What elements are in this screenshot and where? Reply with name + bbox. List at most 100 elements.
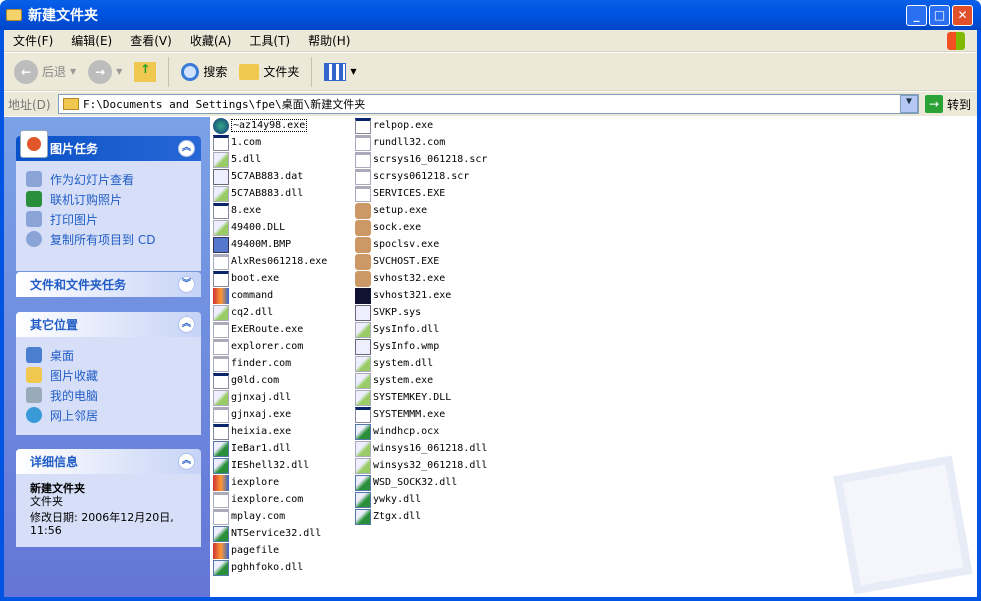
menu-file[interactable]: 文件(F) — [4, 32, 62, 49]
file-item[interactable]: SysInfo.wmp — [355, 338, 439, 355]
file-item[interactable]: SERVICES.EXE — [355, 185, 445, 202]
address-input[interactable]: F:\Documents and Settings\fpe\桌面\新建文件夹 ▼ — [58, 94, 919, 114]
menu-favorites[interactable]: 收藏(A) — [181, 32, 241, 49]
file-item[interactable]: SYSTEMKEY.DLL — [355, 389, 451, 406]
file-item[interactable]: cq2.dll — [213, 304, 273, 321]
file-item[interactable]: setup.exe — [355, 202, 427, 219]
other-places-header[interactable]: 其它位置 ︽ — [16, 312, 201, 337]
file-item[interactable]: 49400.DLL — [213, 219, 285, 236]
file-item[interactable]: sock.exe — [355, 219, 421, 236]
file-name: scrsys061218.scr — [373, 171, 470, 182]
collapse-icon[interactable]: ︽ — [178, 453, 195, 470]
go-button[interactable]: → 转到 — [919, 95, 977, 113]
file-item[interactable]: command — [213, 287, 273, 304]
file-item[interactable]: SysInfo.dll — [355, 321, 439, 338]
file-item[interactable]: winsys32_061218.dll — [355, 457, 487, 474]
file-item[interactable]: gjnxaj.exe — [213, 406, 291, 423]
search-button[interactable]: 搜索 — [177, 62, 231, 81]
back-dropdown-icon[interactable]: ▼ — [70, 67, 76, 76]
file-sys-icon — [355, 338, 371, 355]
file-item[interactable]: ywky.dll — [355, 491, 421, 508]
file-item[interactable]: gjnxaj.dll — [213, 389, 291, 406]
minimize-button[interactable]: _ — [906, 5, 927, 26]
file-bmp-icon — [213, 236, 229, 253]
my-computer-link[interactable]: 我的电脑 — [26, 385, 191, 405]
menu-tools[interactable]: 工具(T) — [240, 32, 299, 49]
file-item[interactable]: iexplore — [213, 474, 279, 491]
file-item[interactable]: windhcp.ocx — [355, 423, 439, 440]
expand-icon[interactable]: ︾ — [178, 276, 195, 293]
file-item[interactable]: 8.exe — [213, 202, 261, 219]
order-prints-link[interactable]: 联机订购照片 — [26, 189, 191, 209]
file-item[interactable]: scrsys061218.scr — [355, 168, 469, 185]
file-item[interactable]: system.exe — [355, 372, 433, 389]
file-item[interactable]: 5.dll — [213, 151, 261, 168]
file-item[interactable]: heixia.exe — [213, 423, 291, 440]
collapse-icon[interactable]: ︽ — [178, 140, 195, 157]
file-item[interactable]: 5C7AB883.dat — [213, 168, 303, 185]
panel-title: 图片任务 — [50, 142, 99, 156]
file-item[interactable]: system.dll — [355, 355, 433, 372]
file-item[interactable]: Ztgx.dll — [355, 508, 421, 525]
details-header[interactable]: 详细信息 ︽ — [16, 449, 201, 474]
forward-button[interactable]: → ▼ — [84, 59, 126, 84]
file-app-icon — [213, 134, 229, 151]
file-item[interactable]: boot.exe — [213, 270, 279, 287]
views-button[interactable]: ▼ — [320, 62, 360, 81]
file-item[interactable]: SVCHOST.EXE — [355, 253, 439, 270]
close-button[interactable]: ✕ — [952, 5, 973, 26]
file-item[interactable]: g0ld.com — [213, 372, 279, 389]
my-computer-icon — [26, 387, 42, 403]
file-item[interactable]: svhost321.exe — [355, 287, 451, 304]
maximize-button[interactable]: □ — [929, 5, 950, 26]
folders-button[interactable]: 文件夹 — [235, 63, 303, 80]
windows-logo-icon — [947, 32, 965, 50]
my-pictures-link[interactable]: 图片收藏 — [26, 365, 191, 385]
file-item[interactable]: ~az14y98.exe — [213, 117, 308, 134]
file-name: pagefile — [231, 545, 280, 556]
file-item[interactable]: iexplore.com — [213, 491, 303, 508]
file-name: ExERoute.exe — [231, 324, 304, 335]
file-item[interactable]: spoclsv.exe — [355, 236, 439, 253]
menu-edit[interactable]: 编辑(E) — [62, 32, 121, 49]
picture-tasks-panel: 图片任务 ︽ 作为幻灯片查看 联机订购照片 打印图片 复制所有项目到 CD — [16, 130, 201, 271]
file-item[interactable]: pghhfoko.dll — [213, 559, 303, 576]
file-item[interactable]: pagefile — [213, 542, 279, 559]
file-item[interactable]: NTService32.dll — [213, 525, 321, 542]
file-item[interactable]: 5C7AB883.dll — [213, 185, 303, 202]
file-item[interactable]: rundll32.com — [355, 134, 445, 151]
file-item[interactable]: finder.com — [213, 355, 291, 372]
picture-tasks-header[interactable]: 图片任务 ︽ — [16, 130, 201, 161]
slideshow-link[interactable]: 作为幻灯片查看 — [26, 169, 191, 189]
print-pictures-link[interactable]: 打印图片 — [26, 209, 191, 229]
file-item[interactable]: IeBar1.dll — [213, 440, 291, 457]
back-button[interactable]: ← 后退 ▼ — [10, 59, 80, 84]
desktop-link[interactable]: 桌面 — [26, 345, 191, 365]
file-item[interactable]: winsys16_061218.dll — [355, 440, 487, 457]
file-item[interactable]: IEShell32.dll — [213, 457, 309, 474]
up-folder-button[interactable]: ↑ — [130, 61, 160, 82]
network-places-link[interactable]: 网上邻居 — [26, 405, 191, 425]
file-item[interactable]: AlxRes061218.exe — [213, 253, 327, 270]
file-item[interactable]: 1.com — [213, 134, 261, 151]
menu-help[interactable]: 帮助(H) — [299, 32, 359, 49]
file-item[interactable]: scrsys16_061218.scr — [355, 151, 487, 168]
file-item[interactable]: WSD_SOCK32.dll — [355, 474, 457, 491]
forward-dropdown-icon[interactable]: ▼ — [116, 67, 122, 76]
file-item[interactable]: 49400M.BMP — [213, 236, 291, 253]
file-item[interactable]: svhost32.exe — [355, 270, 445, 287]
menu-view[interactable]: 查看(V) — [121, 32, 181, 49]
address-dropdown[interactable]: ▼ — [899, 95, 918, 113]
file-tasks-panel: 文件和文件夹任务 ︾ — [16, 272, 201, 297]
file-item[interactable]: relpop.exe — [355, 117, 433, 134]
file-tasks-header[interactable]: 文件和文件夹任务 ︾ — [16, 272, 201, 297]
file-item[interactable]: SVKP.sys — [355, 304, 421, 321]
file-item[interactable]: mplay.com — [213, 508, 285, 525]
file-item[interactable]: explorer.com — [213, 338, 303, 355]
details-name: 新建文件夹 — [30, 482, 85, 495]
collapse-icon[interactable]: ︽ — [178, 316, 195, 333]
file-dos-icon — [213, 542, 229, 559]
copy-to-cd-link[interactable]: 复制所有项目到 CD — [26, 229, 191, 249]
file-item[interactable]: SYSTEMMM.exe — [355, 406, 445, 423]
file-item[interactable]: ExERoute.exe — [213, 321, 303, 338]
